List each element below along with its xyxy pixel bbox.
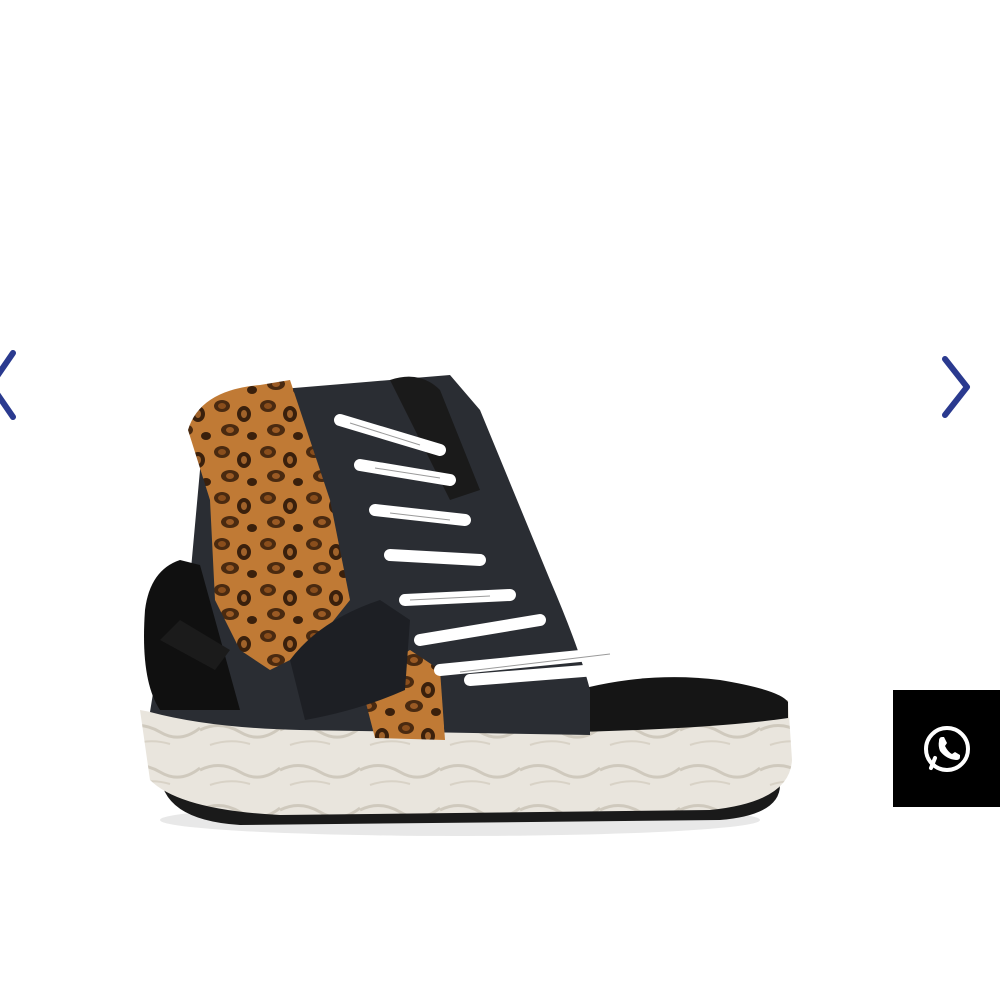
whatsapp-contact-button[interactable] — [893, 690, 1000, 807]
chevron-left-icon — [0, 350, 16, 420]
shoe-image — [140, 375, 792, 836]
product-gallery — [0, 0, 1000, 1000]
whatsapp-icon — [923, 725, 970, 772]
next-image-button[interactable] — [930, 342, 980, 432]
chevron-right-icon — [942, 356, 970, 418]
previous-image-button[interactable] — [0, 340, 28, 430]
